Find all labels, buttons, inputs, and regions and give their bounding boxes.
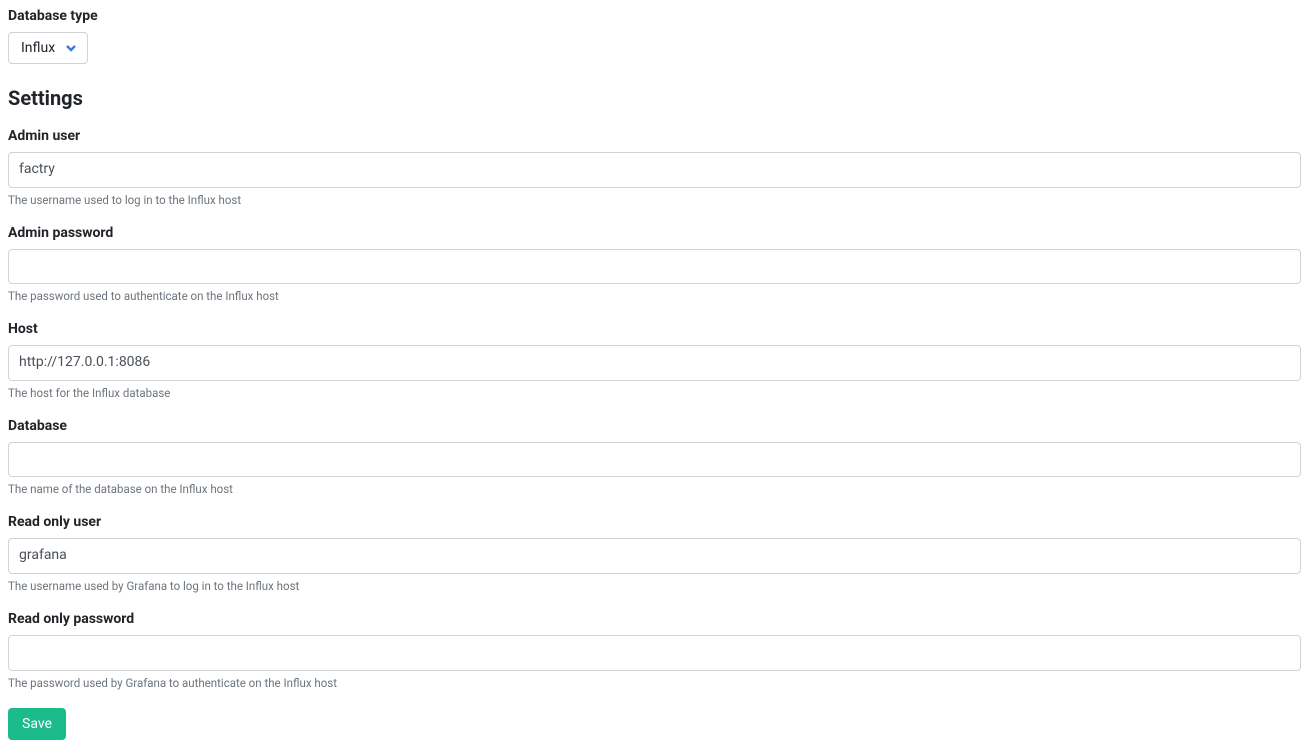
database-type-label: Database type: [8, 8, 1301, 24]
admin-password-help: The password used to authenticate on the…: [8, 289, 1301, 303]
admin-user-help: The username used to log in to the Influ…: [8, 193, 1301, 207]
admin-password-input[interactable]: [8, 249, 1301, 285]
admin-password-label: Admin password: [8, 225, 1301, 241]
read-only-user-group: Read only user The username used by Graf…: [8, 514, 1301, 593]
database-type-value: Influx: [21, 40, 55, 56]
read-only-password-label: Read only password: [8, 611, 1301, 627]
database-label: Database: [8, 418, 1301, 434]
read-only-user-help: The username used by Grafana to log in t…: [8, 579, 1301, 593]
host-label: Host: [8, 321, 1301, 337]
save-button[interactable]: Save: [8, 708, 66, 740]
admin-user-label: Admin user: [8, 128, 1301, 144]
database-input[interactable]: [8, 442, 1301, 478]
read-only-password-group: Read only password The password used by …: [8, 611, 1301, 690]
read-only-password-input[interactable]: [8, 635, 1301, 671]
host-group: Host The host for the Influx database: [8, 321, 1301, 400]
read-only-user-label: Read only user: [8, 514, 1301, 530]
database-type-select[interactable]: Influx: [8, 32, 88, 64]
admin-user-input[interactable]: [8, 152, 1301, 188]
settings-heading: Settings: [8, 86, 1301, 110]
admin-user-group: Admin user The username used to log in t…: [8, 128, 1301, 207]
host-input[interactable]: [8, 345, 1301, 381]
database-group: Database The name of the database on the…: [8, 418, 1301, 497]
host-help: The host for the Influx database: [8, 386, 1301, 400]
admin-password-group: Admin password The password used to auth…: [8, 225, 1301, 304]
read-only-password-help: The password used by Grafana to authenti…: [8, 676, 1301, 690]
chevron-down-icon: [65, 42, 77, 54]
database-type-section: Database type Influx: [8, 8, 1301, 68]
read-only-user-input[interactable]: [8, 538, 1301, 574]
database-help: The name of the database on the Influx h…: [8, 482, 1301, 496]
